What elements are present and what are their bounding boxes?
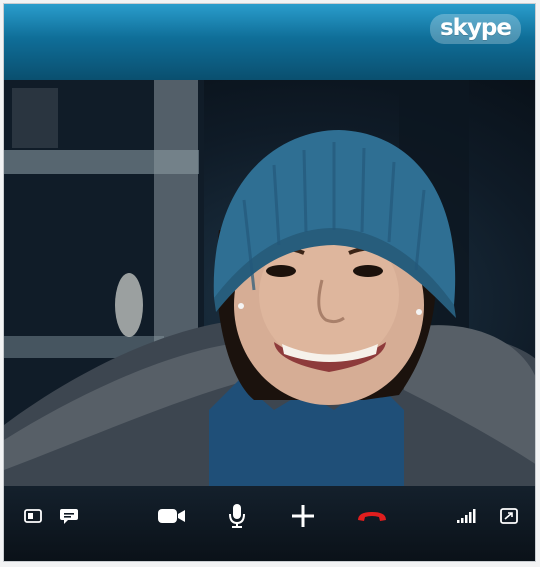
contacts-panel-icon xyxy=(24,509,42,523)
video-frame-illustration xyxy=(4,80,535,486)
remote-video-feed xyxy=(4,80,535,486)
hang-up-icon xyxy=(358,512,386,521)
video-button[interactable] xyxy=(154,500,190,532)
call-quality-indicator[interactable] xyxy=(451,500,481,532)
right-earring xyxy=(416,309,422,315)
plus-icon xyxy=(292,505,314,527)
call-header: skype xyxy=(4,4,535,80)
skype-logo: skype xyxy=(429,14,521,44)
chat-bubble-icon xyxy=(60,509,78,524)
left-earring xyxy=(238,303,244,309)
call-controls-bar xyxy=(4,486,535,561)
signal-bars-icon xyxy=(457,509,476,523)
shelf-box xyxy=(12,88,58,148)
right-eye xyxy=(353,265,383,277)
left-eye xyxy=(266,265,296,277)
microphone-icon xyxy=(229,504,245,528)
video-camera-icon xyxy=(158,509,185,523)
mute-button[interactable] xyxy=(222,500,252,532)
end-call-button[interactable] xyxy=(354,500,390,532)
add-button[interactable] xyxy=(288,500,318,532)
shelf-figurine xyxy=(115,273,143,337)
fullscreen-icon xyxy=(500,508,518,524)
fullscreen-button[interactable] xyxy=(494,500,524,532)
call-window: skype xyxy=(3,3,536,562)
chat-button[interactable] xyxy=(54,500,84,532)
show-contacts-button[interactable] xyxy=(18,500,48,532)
